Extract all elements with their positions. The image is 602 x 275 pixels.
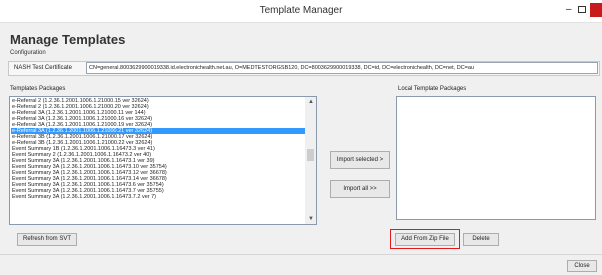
close-button[interactable]: Close: [567, 260, 597, 272]
local-template-packages-label: Local Template Packages: [398, 86, 467, 92]
page-subtitle: Configuration: [10, 50, 46, 56]
scroll-down-icon[interactable]: ▼: [308, 216, 314, 222]
local-template-packages-list[interactable]: [396, 96, 596, 220]
scroll-up-icon[interactable]: ▲: [308, 99, 314, 105]
templates-list-scrollbar[interactable]: ▲ ▼: [305, 97, 316, 224]
templates-packages-list[interactable]: e-Referral 2 (1.2.36.1.2001.1006.1.21000…: [9, 96, 317, 225]
nash-certificate-label: NASH Test Certificate: [14, 65, 72, 71]
list-item[interactable]: Event Summary 3A (1.2.36.1.2001.1006.1.1…: [11, 194, 306, 200]
page-title: Manage Templates: [10, 32, 126, 47]
scrollbar-thumb[interactable]: [307, 149, 314, 161]
minimize-icon[interactable]: –: [566, 4, 572, 16]
close-window-icon[interactable]: [590, 3, 602, 17]
nash-certificate-field[interactable]: CN=general.8003629900019338.id.electroni…: [86, 62, 598, 74]
templates-packages-items: e-Referral 2 (1.2.36.1.2001.1006.1.21000…: [11, 98, 306, 200]
import-all-button[interactable]: Import all >>: [330, 180, 390, 198]
footer-divider: [0, 254, 602, 255]
title-bar: Template Manager –: [0, 0, 602, 23]
import-selected-button[interactable]: Import selected >: [330, 151, 390, 169]
delete-button[interactable]: Delete: [463, 233, 499, 246]
refresh-from-svt-button[interactable]: Refresh from SVT: [17, 233, 77, 246]
maximize-icon[interactable]: [578, 6, 586, 13]
window-title: Template Manager: [259, 5, 343, 16]
template-manager-window: Template Manager – Manage Templates Conf…: [0, 0, 602, 275]
templates-packages-label: Templates Packages: [10, 86, 66, 92]
add-from-zip-file-button[interactable]: Add From Zip File: [395, 233, 455, 246]
